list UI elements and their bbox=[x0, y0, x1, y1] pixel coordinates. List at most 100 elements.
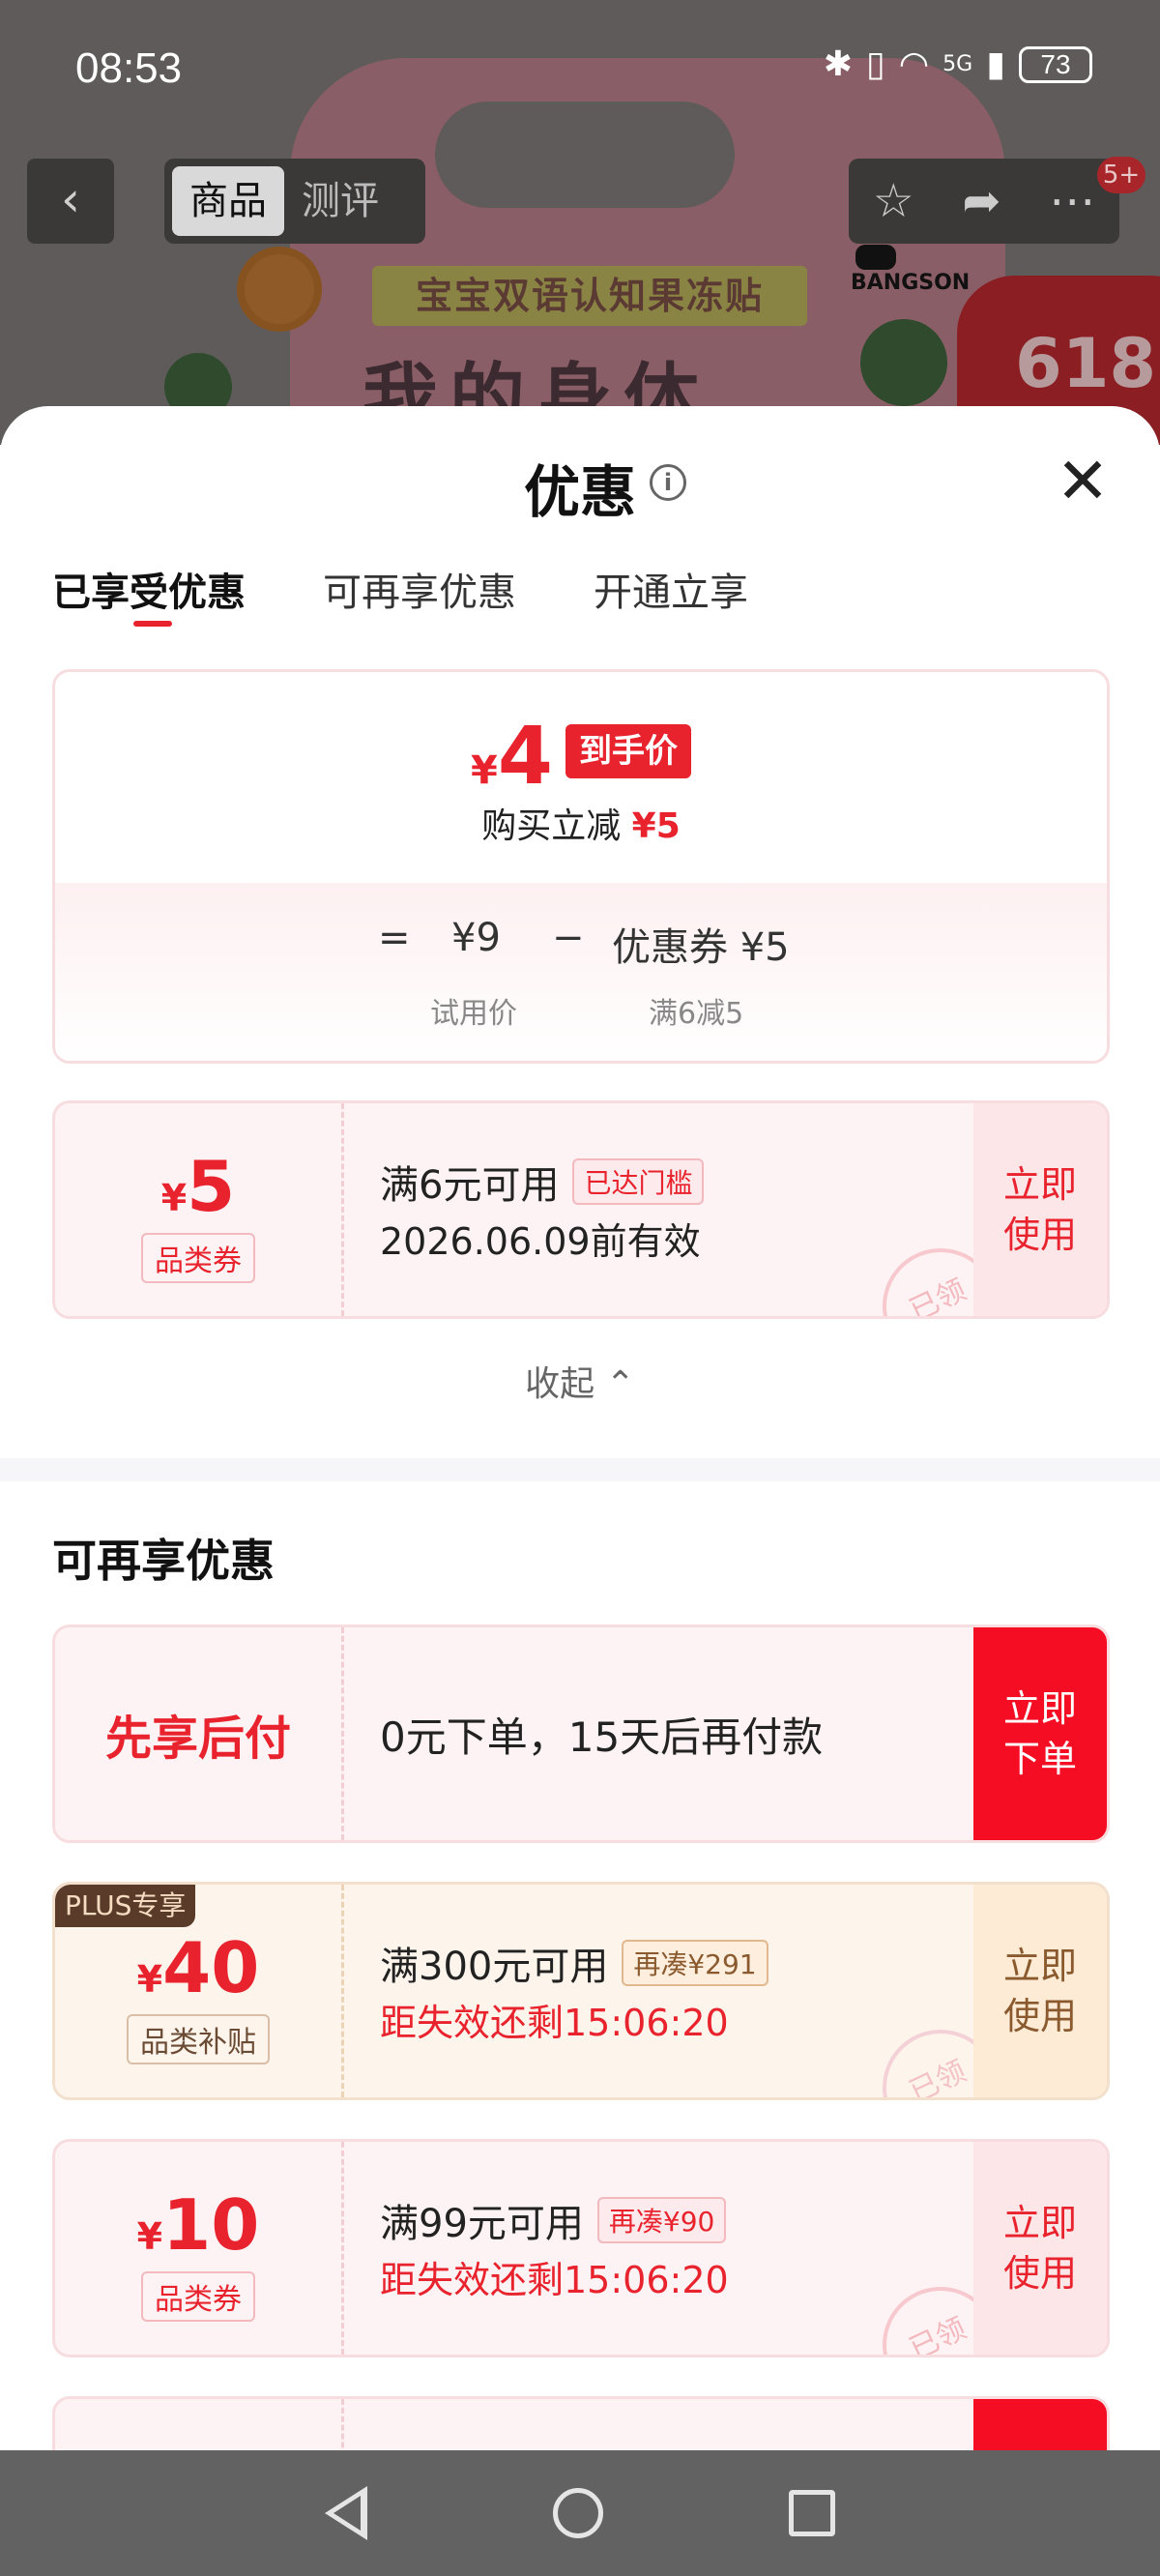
bush-illustration bbox=[860, 319, 947, 406]
final-price-card: ¥4 到手价 购买立减 ¥5 = ¥9 − 优惠券 ¥5 试用价 满6减5 bbox=[52, 669, 1110, 1064]
equals-sign: = bbox=[378, 916, 411, 960]
status-bar: 08:53 ✱ ▯ ◠ 5G ▮ 73 bbox=[0, 0, 1160, 135]
share-icon[interactable]: ➦ bbox=[962, 174, 1000, 228]
coupon-deduction: 优惠券 ¥5 bbox=[612, 925, 790, 970]
sheet-title-text: 优惠 bbox=[523, 459, 636, 525]
discount-tabs: 已享受优惠 可再享优惠 开通立享 bbox=[52, 561, 748, 627]
coupon-condition: 满99元可用 再凑¥90 bbox=[380, 2192, 727, 2248]
coupon-type: 品类补贴 bbox=[127, 2014, 270, 2064]
coupon-divider bbox=[341, 1103, 344, 1316]
sheet-title: 优惠 bbox=[0, 447, 1160, 528]
collapse-toggle[interactable]: 收起 ⌃ bbox=[0, 1356, 1160, 1406]
chevron-up-icon: ⌃ bbox=[605, 1364, 635, 1404]
final-price-tag: 到手价 bbox=[566, 724, 691, 778]
order-now-button[interactable]: 立即下单 bbox=[973, 1627, 1107, 1840]
tab-review[interactable]: 测评 bbox=[284, 166, 396, 236]
coupon-amount: ¥40 bbox=[55, 1927, 341, 2008]
price-formula-area bbox=[55, 883, 1107, 1061]
nav-back-icon[interactable] bbox=[325, 2486, 367, 2540]
message-badge: 5+ bbox=[1097, 157, 1146, 193]
coupon-amount: ¥10 bbox=[55, 2184, 341, 2266]
close-icon[interactable]: ✕ bbox=[1054, 450, 1112, 513]
signal-icon: ▮ bbox=[986, 44, 1005, 84]
price-top: ¥4 到手价 购买立减 ¥5 bbox=[55, 672, 1107, 883]
use-coupon-label: 立即使用 bbox=[1002, 1945, 1077, 2037]
status-icons: ✱ ▯ ◠ 5G ▮ 73 bbox=[824, 44, 1092, 84]
coupon-type: 品类券 bbox=[141, 1233, 255, 1283]
vibrate-icon: ▯ bbox=[865, 44, 885, 84]
final-price-amount: 4 bbox=[497, 711, 553, 803]
coupon-countdown: 距失效还剩15:06:20 bbox=[380, 2259, 729, 2301]
coupon-validity: 2026.06.09前有效 bbox=[380, 1220, 701, 1263]
final-price: ¥4 bbox=[471, 711, 553, 803]
coupon-divider bbox=[341, 2142, 344, 2355]
tab-activate[interactable]: 开通立享 bbox=[594, 561, 748, 617]
product-actions: ☆ ➦ ⋯ bbox=[849, 159, 1119, 244]
coupon-value: 5 bbox=[187, 1146, 236, 1227]
nav-recents-icon[interactable] bbox=[789, 2490, 835, 2536]
pay-later-label: 先享后付 bbox=[104, 1712, 291, 1766]
coupon-left: ¥5 品类券 bbox=[55, 1103, 341, 1316]
star-icon[interactable]: ☆ bbox=[873, 174, 914, 228]
coupon-left: ¥10 品类券 bbox=[55, 2142, 341, 2355]
coupon-divider bbox=[341, 1885, 344, 2097]
plus-coupon-card: PLUS专享 ¥40 品类补贴 满300元可用 再凑¥291 距失效还剩15:06… bbox=[52, 1882, 1110, 2100]
coupon-rule-label: 满6减5 bbox=[649, 997, 744, 1031]
coupon-left: ¥40 品类补贴 bbox=[55, 1885, 341, 2097]
coupon-condition: 满6元可用 已达门槛 bbox=[380, 1154, 705, 1210]
collapse-label: 收起 bbox=[525, 1364, 595, 1404]
info-icon[interactable]: i bbox=[650, 464, 686, 501]
use-coupon-label: 立即使用 bbox=[1002, 1163, 1077, 1256]
coupon-divider bbox=[341, 1627, 344, 1840]
coupon-condition: 满300元可用 再凑¥291 bbox=[380, 1935, 768, 1991]
coupon-condition-text: 满6元可用 bbox=[380, 1163, 560, 1208]
coupon-condition-text: 满300元可用 bbox=[380, 1945, 609, 1989]
currency-symbol: ¥ bbox=[136, 2215, 163, 2258]
coupon-condition-text: 满99元可用 bbox=[380, 2202, 584, 2246]
trial-price: ¥9 bbox=[451, 916, 501, 960]
brand-name: BANGSON bbox=[851, 271, 971, 295]
use-coupon-label: 立即使用 bbox=[1002, 2202, 1077, 2295]
coupon-countdown: 距失效还剩15:06:20 bbox=[380, 2002, 729, 2044]
product-banner-text: 宝宝双语认知果冻贴 bbox=[372, 266, 807, 326]
reduction-label: 购买立减 bbox=[481, 806, 622, 846]
pay-later-desc: 0元下单，15天后再付款 bbox=[380, 1712, 824, 1761]
sun-illustration bbox=[237, 247, 322, 332]
wifi-icon: ◠ bbox=[898, 44, 930, 84]
nav-home-icon[interactable] bbox=[553, 2488, 603, 2538]
clock: 08:53 bbox=[75, 44, 183, 92]
trial-price-label: 试用价 bbox=[430, 997, 517, 1031]
network-label: 5G bbox=[942, 52, 973, 76]
minus-sign: − bbox=[552, 916, 585, 960]
more-icon[interactable]: ⋯ bbox=[1049, 174, 1095, 228]
tab-more-discounts[interactable]: 可再享优惠 bbox=[323, 561, 516, 617]
battery-icon: 73 bbox=[1019, 45, 1092, 83]
tab-applied[interactable]: 已享受优惠 bbox=[52, 561, 246, 627]
back-button[interactable]: ‹ bbox=[27, 159, 114, 244]
currency-symbol: ¥ bbox=[160, 1177, 188, 1219]
coupon-value: 40 bbox=[162, 1927, 260, 2008]
product-nav-tabs: 商品 测评 bbox=[164, 159, 425, 244]
system-nav-bar bbox=[0, 2450, 1160, 2576]
price-reduction: 购买立减 ¥5 bbox=[55, 798, 1107, 848]
currency-symbol: ¥ bbox=[471, 748, 498, 793]
use-coupon-button[interactable]: 立即使用 bbox=[973, 1103, 1107, 1316]
coupon-value: 10 bbox=[162, 2184, 260, 2266]
shortfall-chip: 再凑¥291 bbox=[622, 1940, 768, 1986]
brand-logo-icon bbox=[856, 245, 896, 270]
use-coupon-button[interactable]: 立即使用 bbox=[973, 2142, 1107, 2355]
section-separator bbox=[0, 1458, 1160, 1481]
more-discounts-title: 可再享优惠 bbox=[52, 1535, 275, 1587]
category-coupon-card: ¥10 品类券 满99元可用 再凑¥90 距失效还剩15:06:20 已领 立即使… bbox=[52, 2139, 1110, 2357]
shortfall-chip: 再凑¥90 bbox=[596, 2197, 727, 2243]
coupon-amount: ¥5 bbox=[55, 1146, 341, 1227]
use-coupon-button[interactable]: 立即使用 bbox=[973, 1885, 1107, 2097]
applied-coupon-card: ¥5 品类券 满6元可用 已达门槛 2026.06.09前有效 已领 立即使用 bbox=[52, 1100, 1110, 1319]
bluetooth-icon: ✱ bbox=[823, 44, 853, 84]
tab-product[interactable]: 商品 bbox=[172, 166, 284, 236]
pay-later-card: 先享后付 0元下单，15天后再付款 立即下单 bbox=[52, 1625, 1110, 1843]
currency-symbol: ¥ bbox=[136, 1958, 163, 2001]
order-now-label: 立即下单 bbox=[1002, 1687, 1077, 1780]
reduction-amount: ¥5 bbox=[631, 806, 681, 846]
threshold-chip: 已达门槛 bbox=[572, 1158, 705, 1205]
